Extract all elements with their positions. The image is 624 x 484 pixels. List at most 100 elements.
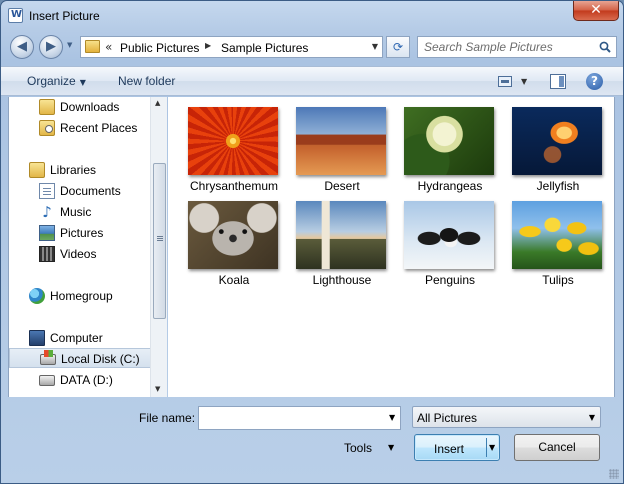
documents-icon — [39, 183, 55, 199]
sidebar-item-label: Homegroup — [50, 289, 113, 303]
sidebar-item-data-drive[interactable]: DATA (D:) — [9, 370, 151, 390]
sidebar-item-downloads[interactable]: Downloads — [9, 97, 151, 117]
cancel-button[interactable]: Cancel — [514, 434, 600, 461]
file-name-label: Koala — [218, 273, 250, 287]
file-name-label: Jellyfish — [536, 179, 580, 193]
sidebar-item-videos[interactable]: Videos — [9, 244, 151, 264]
address-bar[interactable]: « Public Pictures ▶ Sample Pictures ▼ — [80, 36, 383, 58]
search-icon[interactable] — [599, 41, 611, 53]
file-name-label: Desert — [324, 179, 360, 193]
file-name-dropdown-icon[interactable]: ▼ — [389, 413, 395, 422]
forward-button[interactable]: ▶ — [39, 35, 63, 59]
file-name-label: Penguins — [424, 273, 476, 287]
sidebar-item-label: Music — [60, 205, 92, 219]
file-item[interactable]: Jellyfish — [504, 99, 608, 193]
scrollbar-thumb[interactable] — [153, 163, 166, 319]
breadcrumb-public-pictures[interactable]: Public Pictures — [120, 41, 199, 55]
sidebar-item-label: Documents — [60, 184, 121, 198]
command-toolbar: Organize ▼ New folder ▼ ? — [1, 66, 623, 96]
sidebar-item-documents[interactable]: Documents — [9, 181, 151, 201]
sidebar-item-label: Recent Places — [60, 121, 138, 135]
tools-menu[interactable]: Tools — [344, 441, 372, 455]
thumbnail-image — [404, 201, 494, 269]
thumbnail-image — [512, 201, 602, 269]
chevron-down-icon: ▼ — [79, 78, 86, 87]
insert-button-label: Insert — [433, 442, 464, 456]
close-icon: ✕ — [590, 2, 602, 18]
insert-options-dropdown-icon[interactable]: ▼ — [489, 443, 495, 452]
file-name-field[interactable] — [198, 406, 401, 430]
thumbnail-image — [404, 107, 494, 175]
thumbnail-image — [188, 201, 278, 269]
back-arrow-icon: ◀ — [17, 39, 27, 54]
sidebar-item-label: DATA (D:) — [60, 373, 113, 387]
window-title: Insert Picture — [29, 9, 100, 23]
address-dropdown-icon[interactable]: ▼ — [372, 42, 378, 51]
file-name-label: Hydrangeas — [417, 179, 483, 193]
thumbnail-image — [296, 107, 386, 175]
local-disk-icon — [40, 350, 56, 365]
file-type-select[interactable]: All Pictures ▼ — [412, 406, 601, 428]
organize-menu[interactable]: Organize ▼ — [27, 74, 86, 88]
search-input[interactable] — [418, 37, 594, 57]
pictures-icon — [39, 225, 55, 241]
sidebar-item-label: Computer — [50, 331, 103, 345]
word-app-icon — [8, 8, 23, 23]
close-button[interactable]: ✕ — [573, 1, 619, 21]
file-name-label: File name: — [139, 411, 196, 425]
recent-places-icon — [39, 120, 55, 136]
navigation-pane[interactable]: Downloads Recent Places Libraries Docume… — [8, 97, 167, 397]
tools-dropdown-icon[interactable]: ▼ — [388, 443, 394, 452]
thumbnail-image — [296, 201, 386, 269]
breadcrumb-separator-icon[interactable]: ▶ — [205, 41, 211, 50]
scroll-down-icon[interactable]: ▼ — [155, 385, 160, 393]
forward-arrow-icon: ▶ — [46, 39, 56, 54]
search-box[interactable] — [417, 36, 617, 58]
file-type-value: All Pictures — [417, 411, 478, 425]
preview-pane-icon[interactable] — [550, 74, 566, 89]
sidebar-item-pictures[interactable]: Pictures — [9, 223, 151, 243]
file-item[interactable]: Lighthouse — [288, 193, 392, 287]
breadcrumb-sample-pictures[interactable]: Sample Pictures — [221, 41, 308, 55]
downloads-folder-icon — [39, 99, 55, 115]
sidebar-item-label: Local Disk (C:) — [61, 352, 140, 366]
sidebar-item-recent-places[interactable]: Recent Places — [9, 118, 151, 138]
sidebar-item-music[interactable]: ♪ Music — [9, 202, 151, 222]
grip-icon — [157, 236, 163, 237]
nav-pane-scrollbar[interactable]: ▲ ▼ — [150, 97, 167, 397]
thumbnail-image — [188, 107, 278, 175]
file-name-label: Lighthouse — [312, 273, 372, 287]
music-icon: ♪ — [42, 203, 52, 221]
file-item[interactable]: Hydrangeas — [396, 99, 500, 193]
sidebar-item-homegroup[interactable]: Homegroup — [9, 286, 151, 306]
scroll-up-icon[interactable]: ▲ — [155, 99, 160, 107]
refresh-icon: ⟳ — [392, 40, 404, 54]
file-item[interactable]: Tulips — [504, 193, 608, 287]
thumbnail-image — [512, 107, 602, 175]
views-dropdown-icon[interactable]: ▼ — [521, 77, 527, 86]
file-list: Chrysanthemum Desert Hydrangeas Jellyfis… — [168, 97, 615, 397]
sidebar-item-label: Pictures — [60, 226, 104, 240]
back-button[interactable]: ◀ — [10, 35, 34, 59]
new-folder-button[interactable]: New folder — [118, 74, 175, 88]
drive-icon — [39, 375, 55, 386]
sidebar-item-label: Libraries — [50, 163, 97, 177]
change-view-icon[interactable] — [498, 76, 512, 87]
sidebar-item-computer[interactable]: Computer — [9, 328, 151, 348]
file-name-label: Tulips — [542, 273, 574, 287]
refresh-button[interactable]: ⟳ — [386, 36, 410, 58]
file-item[interactable]: Penguins — [396, 193, 500, 287]
title-bar[interactable]: Insert Picture ✕ — [1, 1, 623, 31]
resize-grip-icon[interactable] — [609, 469, 619, 479]
sidebar-item-local-disk[interactable]: Local Disk (C:) — [9, 348, 151, 368]
file-item[interactable]: Koala — [180, 193, 284, 287]
file-item[interactable]: Chrysanthemum — [180, 99, 284, 193]
breadcrumb-overflow[interactable]: « — [105, 40, 112, 54]
split-divider — [486, 438, 487, 457]
insert-button[interactable]: Insert ▼ — [414, 434, 500, 461]
file-item[interactable]: Desert — [288, 99, 392, 193]
help-icon[interactable]: ? — [586, 73, 603, 90]
sidebar-item-libraries[interactable]: Libraries — [9, 160, 151, 180]
folder-icon — [85, 40, 100, 53]
recent-pages-dropdown[interactable]: ▼ — [67, 41, 72, 49]
